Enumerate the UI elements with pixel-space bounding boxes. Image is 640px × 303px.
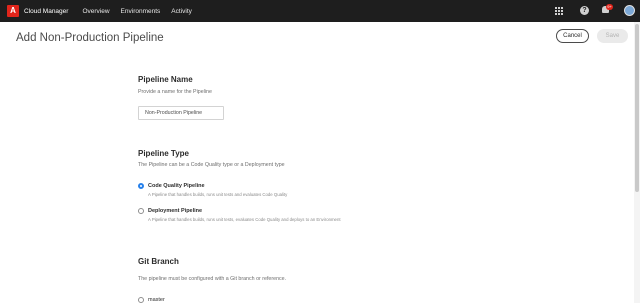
- notification-bell-icon[interactable]: 9+: [602, 4, 613, 15]
- git-branch-description: The pipeline must be configured with a G…: [138, 276, 287, 282]
- page-scrollbar[interactable]: [634, 22, 640, 303]
- deployment-label[interactable]: Deployment Pipeline: [148, 208, 202, 214]
- pipeline-name-heading: Pipeline Name: [138, 75, 193, 84]
- header-actions: Cancel Save: [556, 29, 628, 43]
- branch-master-label[interactable]: master: [148, 297, 165, 303]
- help-icon[interactable]: ?: [580, 6, 589, 15]
- pipeline-name-input[interactable]: [138, 106, 224, 120]
- code-quality-label[interactable]: Code Quality Pipeline: [148, 183, 205, 189]
- page-title: Add Non-Production Pipeline: [16, 32, 164, 44]
- save-button[interactable]: Save: [597, 29, 628, 43]
- deployment-radio[interactable]: [138, 208, 144, 214]
- code-quality-hint: A Pipeline that handles builds, runs uni…: [148, 192, 288, 197]
- scrollbar-thumb[interactable]: [635, 24, 639, 192]
- main-nav: Overview Environments Activity: [82, 8, 202, 15]
- logo-mark: A: [10, 6, 16, 15]
- pipeline-type-description: The Pipeline can be a Code Quality type …: [138, 162, 285, 168]
- nav-overview[interactable]: Overview: [82, 8, 109, 15]
- nav-environments[interactable]: Environments: [121, 8, 161, 15]
- user-avatar[interactable]: [624, 5, 635, 16]
- top-nav-bar: A Cloud Manager Overview Environments Ac…: [0, 0, 640, 22]
- nav-activity[interactable]: Activity: [171, 8, 192, 15]
- pipeline-name-description: Provide a name for the Pipeline: [138, 89, 212, 95]
- branch-master-radio[interactable]: [138, 297, 144, 303]
- deployment-hint: A Pipeline that handles builds, runs uni…: [148, 217, 341, 222]
- pipeline-type-heading: Pipeline Type: [138, 149, 189, 158]
- app-title[interactable]: Cloud Manager: [24, 8, 68, 15]
- code-quality-radio[interactable]: [138, 183, 144, 189]
- cancel-button[interactable]: Cancel: [556, 29, 589, 43]
- notification-badge: 9+: [606, 4, 613, 10]
- app-switcher-icon[interactable]: [555, 7, 563, 15]
- adobe-logo-icon[interactable]: A: [7, 5, 19, 17]
- git-branch-heading: Git Branch: [138, 257, 179, 266]
